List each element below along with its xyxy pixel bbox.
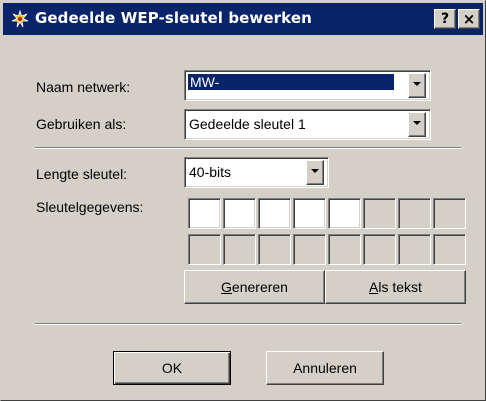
- key-data-cell: [433, 198, 466, 229]
- key-length-combobox[interactable]: 40-bits: [184, 157, 329, 188]
- separator: [35, 323, 461, 325]
- dialog-window: Gedeelde WEP-sleutel bewerken ? × Naam n…: [0, 0, 486, 401]
- title-bar[interactable]: Gedeelde WEP-sleutel bewerken ? ×: [3, 3, 483, 35]
- key-data-cell: [398, 234, 431, 265]
- chevron-down-icon[interactable]: [408, 73, 426, 98]
- as-text-mnemonic: A: [369, 279, 379, 295]
- window-title: Gedeelde WEP-sleutel bewerken: [35, 9, 312, 27]
- as-text-label-rest: ls tekst: [378, 279, 422, 295]
- network-name-combobox[interactable]: MW-: [184, 70, 431, 101]
- key-data-cell[interactable]: [188, 198, 221, 229]
- use-as-label: Gebruiken als:: [36, 116, 127, 132]
- key-data-cell: [258, 234, 291, 265]
- separator: [35, 147, 461, 149]
- key-data-cell[interactable]: [293, 198, 326, 229]
- as-text-button[interactable]: Als tekst: [325, 270, 466, 304]
- close-button[interactable]: ×: [458, 9, 480, 29]
- chevron-down-icon[interactable]: [408, 112, 426, 137]
- cancel-button[interactable]: Annuleren: [266, 351, 384, 385]
- key-data-cell: [223, 234, 256, 265]
- wep-key-icon: [11, 9, 29, 28]
- network-name-label: Naam netwerk:: [36, 79, 131, 95]
- key-data-cell: [433, 234, 466, 265]
- key-data-cell: [328, 234, 361, 265]
- key-data-cell[interactable]: [223, 198, 256, 229]
- ok-button[interactable]: OK: [113, 351, 231, 385]
- network-name-value: MW-: [188, 74, 394, 90]
- generate-label-rest: enereren: [231, 279, 288, 295]
- key-length-value: 40-bits: [189, 164, 232, 180]
- generate-button[interactable]: Genereren: [184, 270, 325, 304]
- key-data-label: Sleutelgegevens:: [36, 199, 144, 215]
- key-data-cell: [188, 234, 221, 265]
- key-data-cell: [293, 234, 326, 265]
- chevron-down-icon[interactable]: [306, 160, 324, 185]
- help-button[interactable]: ?: [434, 9, 456, 29]
- generate-mnemonic: G: [221, 279, 232, 295]
- key-data-cell: [363, 198, 396, 229]
- key-length-label: Lengte sleutel:: [36, 166, 128, 182]
- use-as-value: Gedeelde sleutel 1: [189, 116, 306, 132]
- key-data-cell: [363, 234, 396, 265]
- key-data-cell[interactable]: [258, 198, 291, 229]
- use-as-combobox[interactable]: Gedeelde sleutel 1: [184, 109, 431, 140]
- key-data-cell[interactable]: [328, 198, 361, 229]
- key-data-cell: [398, 198, 431, 229]
